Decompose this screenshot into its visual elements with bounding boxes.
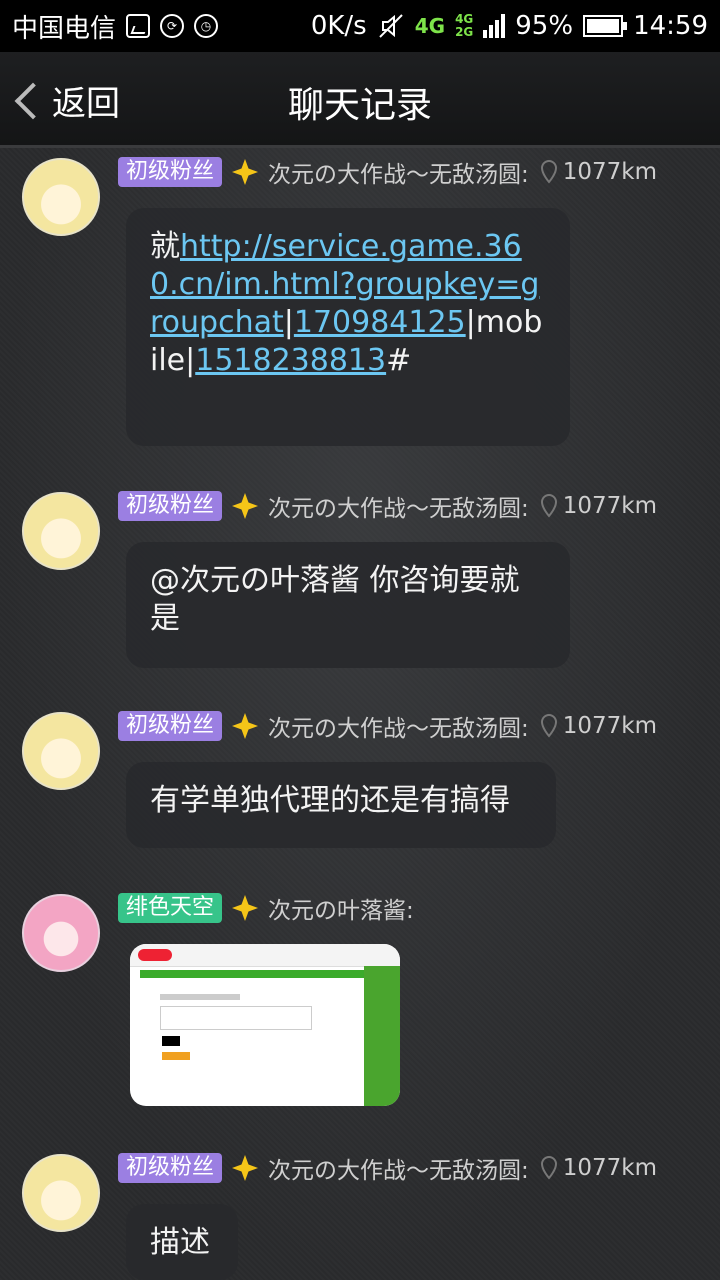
thumbnail-button [162, 1052, 190, 1060]
distance-label: 1077km [562, 159, 658, 185]
thumbnail-nav-bar [140, 970, 370, 978]
page-title: 聊天记录 [287, 85, 432, 126]
fan-level-badge: 绯色天空 [118, 893, 223, 923]
thumbnail-field [160, 994, 240, 1000]
sender-name[interactable]: 次元の叶落酱: [268, 891, 414, 925]
alarm-icon: ◷ [194, 14, 219, 38]
message-text: 描述 [150, 1225, 210, 1260]
sender-name[interactable]: 次元の大作战～无敌汤圆: [268, 709, 529, 743]
battery-percent: 95% [515, 11, 574, 41]
distance-label: 1077km [562, 713, 658, 739]
mute-icon [379, 14, 403, 38]
message-link[interactable]: 170984125 [294, 305, 466, 340]
sender-name[interactable]: 次元の大作战～无敌汤圆: [268, 1151, 529, 1185]
location-pin-icon [540, 713, 557, 738]
thumbnail-captcha [162, 1036, 180, 1046]
avatar[interactable] [22, 158, 100, 236]
thumbnail-textarea [160, 1006, 312, 1030]
message-bubble[interactable]: 描述 [126, 1204, 238, 1280]
message-link[interactable]: 1518238813 [195, 343, 386, 378]
message-bubble[interactable]: 有学单独代理的还是有搞得 [126, 762, 556, 848]
message-text: # [386, 343, 412, 378]
star-icon [232, 713, 259, 739]
header-bar: 返回 聊天记录 [0, 52, 720, 148]
fan-level-badge: 初级粉丝 [118, 711, 223, 741]
message-bubble[interactable]: 就http://service.game.360.cn/im.html?grou… [126, 208, 570, 446]
fan-level-badge: 初级粉丝 [118, 157, 223, 187]
carrier-name: 中国电信 [12, 13, 117, 44]
thumbnail-sidebar [364, 966, 400, 1106]
star-icon [232, 895, 259, 921]
star-icon [232, 493, 259, 519]
network-4g-2g-icon: 4G 2G [455, 13, 473, 39]
star-icon [232, 1155, 259, 1181]
fan-level-badge: 初级粉丝 [118, 491, 223, 521]
avatar[interactable] [22, 1154, 100, 1232]
thumbnail-header [130, 944, 400, 967]
message-text: @次元の叶落酱 你咨询要就是 [150, 563, 520, 636]
image-message[interactable] [130, 944, 400, 1106]
message-text: 就 [150, 229, 180, 264]
sender-name[interactable]: 次元の大作战～无敌汤圆: [268, 489, 529, 523]
avatar[interactable] [22, 894, 100, 972]
battery-icon [583, 15, 628, 37]
status-bar: 中国电信 ⟳ ◷ 0K/s 4G 4G 2G 95% 14:59 [0, 0, 720, 52]
distance-label: 1077km [562, 1155, 658, 1181]
sender-name[interactable]: 次元の大作战～无敌汤圆: [268, 155, 529, 189]
distance-label: 1077km [562, 493, 658, 519]
star-icon [232, 159, 259, 185]
gallery-icon [126, 14, 151, 38]
network-4g-icon: 4G [414, 14, 446, 38]
message-text: | [283, 305, 294, 340]
location-pin-icon [540, 1155, 557, 1180]
clock: 14:59 [633, 11, 708, 41]
signal-icon [483, 14, 506, 38]
sync-icon: ⟳ [160, 14, 185, 38]
message-text: 有学单独代理的还是有搞得 [150, 783, 510, 818]
logo-icon [138, 949, 172, 961]
location-pin-icon [540, 493, 557, 518]
avatar[interactable] [22, 712, 100, 790]
message-bubble[interactable]: @次元の叶落酱 你咨询要就是 [126, 542, 570, 668]
network-speed: 0K/s [310, 11, 367, 41]
net-2g-label: 2G [455, 25, 474, 39]
location-pin-icon [540, 159, 557, 184]
avatar[interactable] [22, 492, 100, 570]
fan-level-badge: 初级粉丝 [118, 1153, 223, 1183]
